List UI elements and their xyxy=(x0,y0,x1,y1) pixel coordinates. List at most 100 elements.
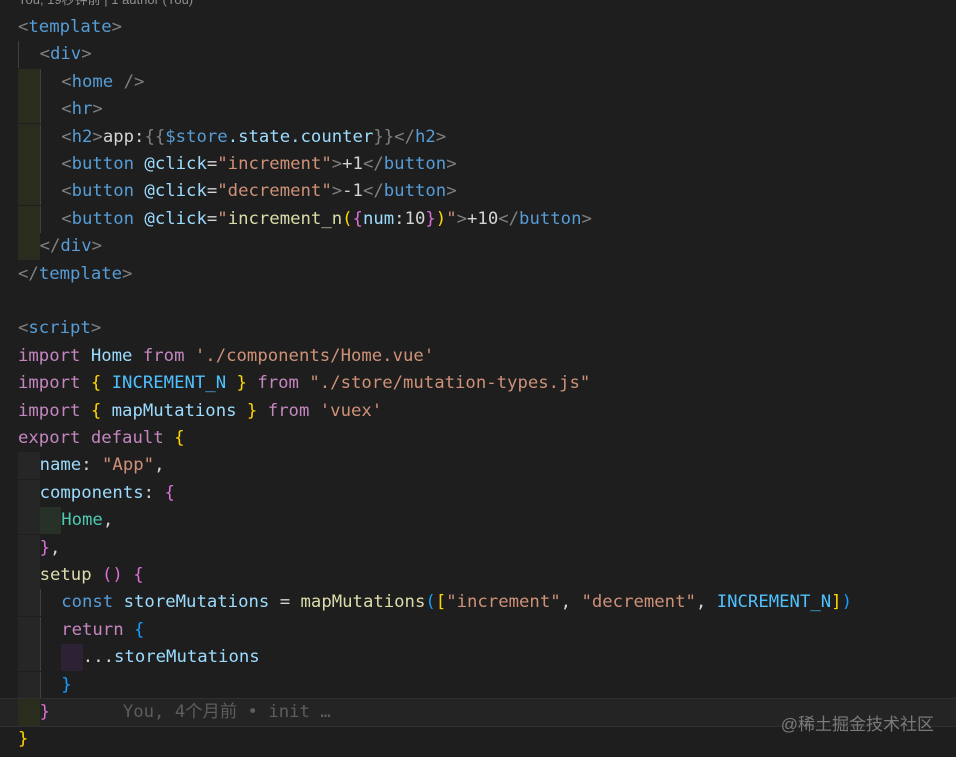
code-token: , xyxy=(102,510,114,531)
code-text: setup () { xyxy=(40,562,144,589)
code-token: < xyxy=(18,318,29,339)
code-token: " xyxy=(217,208,228,229)
code-line[interactable]: <script> xyxy=(0,315,956,342)
code-token: num xyxy=(362,208,395,229)
code-token: > xyxy=(111,17,123,37)
code-line[interactable]: <button @click="increment">+1</button> xyxy=(0,151,956,178)
code-line[interactable]: setup () { xyxy=(0,562,956,589)
code-token: './components/Home.vue' xyxy=(194,345,435,366)
indent-guide xyxy=(18,562,40,589)
code-token: from xyxy=(246,373,310,394)
code-text: <hr> xyxy=(61,96,103,123)
code-line[interactable]: import Home from './components/Home.vue' xyxy=(0,343,956,370)
code-line[interactable]: const storeMutations = mapMutations(["in… xyxy=(0,589,956,617)
code-token: Home xyxy=(61,510,103,531)
code-text: Home, xyxy=(61,507,113,534)
code-line[interactable]: components: { xyxy=(0,479,956,507)
indent-guide xyxy=(39,178,63,206)
code-line[interactable]: import { INCREMENT_N } from "./store/mut… xyxy=(0,370,956,397)
code-line[interactable]: return { xyxy=(0,616,956,644)
code-token: ( xyxy=(425,592,436,613)
code-line[interactable] xyxy=(0,288,956,315)
code-line[interactable]: <h2>app:{{$store.state.counter}}</h2> xyxy=(0,123,956,151)
code-text: } xyxy=(18,726,28,753)
indent-guide xyxy=(39,151,63,178)
code-line[interactable]: <home /> xyxy=(0,68,956,96)
indent-guide xyxy=(18,479,40,507)
indent-guide xyxy=(18,123,40,151)
code-token: from xyxy=(142,345,195,366)
code-token: = xyxy=(206,181,218,202)
code-token: < xyxy=(61,154,72,174)
indent-guide xyxy=(39,205,63,233)
code-line[interactable]: <template> xyxy=(0,14,956,41)
code-token: INCREMENT_N xyxy=(111,373,227,394)
code-token: script xyxy=(28,318,91,339)
code-token: button xyxy=(71,181,135,202)
code-line[interactable]: }, xyxy=(0,534,956,562)
code-token: mapMutations xyxy=(300,592,426,613)
code-token: > xyxy=(446,181,457,202)
code-line[interactable]: export default { xyxy=(0,425,956,452)
indent-guide xyxy=(39,589,63,617)
code-token: { xyxy=(90,373,112,394)
code-token: } xyxy=(61,674,72,695)
code-token: { xyxy=(174,428,185,448)
code-text: <button @click="increment">+1</button> xyxy=(61,151,456,178)
code-token: ] xyxy=(831,592,842,613)
code-token: } xyxy=(236,400,258,421)
code-token: < xyxy=(61,208,72,229)
code-token: template xyxy=(28,17,112,37)
code-line[interactable]: Home, xyxy=(0,507,956,535)
code-token: </ xyxy=(362,181,384,202)
code-token: $store xyxy=(165,126,228,147)
code-line[interactable]: </template> xyxy=(0,261,956,288)
code-token: > xyxy=(92,126,103,147)
code-line[interactable]: import { mapMutations } from 'vuex' xyxy=(0,398,956,425)
code-line[interactable]: </div> xyxy=(0,233,956,261)
code-line[interactable]: <button @click="increment_n({num:10})">+… xyxy=(0,205,956,233)
code-token: from xyxy=(257,400,320,421)
code-token: .state.counter xyxy=(227,126,374,147)
code-line[interactable]: } xyxy=(0,671,956,699)
code-token: {{ xyxy=(144,126,166,147)
code-text: import Home from './components/Home.vue' xyxy=(18,343,434,370)
code-token: > xyxy=(456,208,468,229)
code-line[interactable]: <hr> xyxy=(0,96,956,124)
code-text: export default { xyxy=(18,425,184,452)
code-token: [ xyxy=(435,592,447,613)
code-text: <home /> xyxy=(61,69,144,96)
code-token: } xyxy=(18,729,29,750)
code-text: return { xyxy=(61,617,144,644)
code-line[interactable]: <button @click="decrement">-1</button> xyxy=(0,178,956,206)
code-token: increment_n xyxy=(227,208,343,229)
code-token: h2 xyxy=(71,126,93,147)
indent-guide xyxy=(39,507,62,535)
code-text: import { INCREMENT_N } from "./store/mut… xyxy=(18,370,590,397)
code-line[interactable]: name: "App", xyxy=(0,452,956,480)
code-editor[interactable]: You, 19秒钟前 | 1 author (You) <template><d… xyxy=(0,0,956,757)
code-token: , xyxy=(560,592,582,613)
code-token: < xyxy=(61,126,72,147)
code-token: { xyxy=(90,400,112,421)
codelens-author-info[interactable]: You, 19秒钟前 | 1 author (You) xyxy=(18,0,193,10)
code-token: }} xyxy=(373,126,395,147)
code-token: home xyxy=(71,71,114,92)
code-token: storeMutations xyxy=(114,647,260,668)
code-text: </div> xyxy=(40,233,102,260)
code-token: return xyxy=(61,619,135,640)
code-line[interactable]: <div> xyxy=(0,41,956,69)
code-token: "App" xyxy=(102,455,155,476)
code-token: div xyxy=(50,44,82,65)
code-line[interactable]: ...storeMutations xyxy=(0,644,956,672)
code-text: <template> xyxy=(18,14,122,41)
code-token: "./store/mutation-types.js" xyxy=(309,373,591,394)
code-text: name: "App", xyxy=(40,452,165,479)
code-token: : xyxy=(394,208,405,229)
code-token: > xyxy=(81,44,92,65)
watermark: @稀土掘金技术社区 xyxy=(780,715,934,734)
code-token: button xyxy=(383,154,447,174)
code-token: > xyxy=(446,154,457,174)
